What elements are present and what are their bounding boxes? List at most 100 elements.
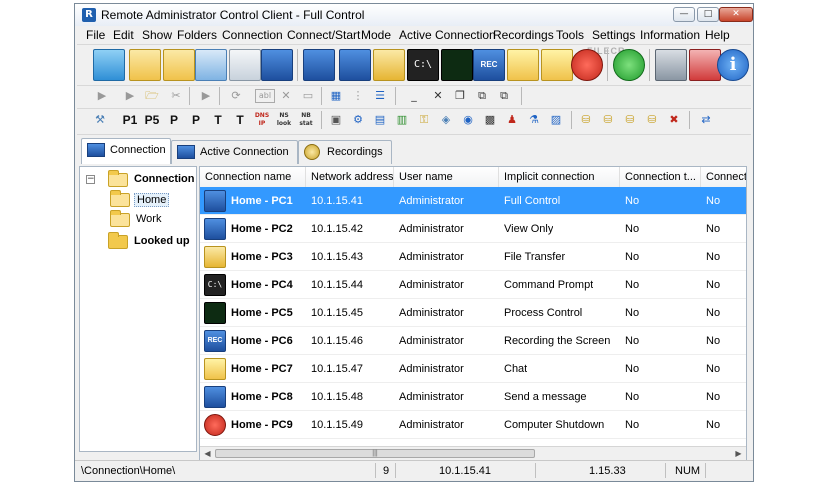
open-folder-icon[interactable]: 🗁 — [143, 88, 161, 104]
table-row[interactable]: Home - PC8 10.1.15.48 Administrator Send a … — [200, 383, 746, 411]
process-control-icon[interactable] — [441, 49, 473, 81]
title-bar[interactable]: R Remote Administrator Control Client - … — [75, 4, 753, 27]
delete-icon[interactable]: ✕ — [277, 88, 295, 104]
tool-e-icon[interactable]: ⚿ — [415, 112, 433, 128]
tab-recordings[interactable]: Recordings — [298, 140, 392, 164]
menu-file[interactable]: File — [86, 28, 105, 42]
column-connection-name[interactable]: Connection name — [200, 167, 306, 187]
dns-ip-button[interactable]: DNS IP — [253, 112, 271, 128]
tile-icon[interactable]: ⧉ — [495, 88, 513, 104]
scan-icon[interactable] — [195, 49, 227, 81]
settings-monitor-icon[interactable] — [261, 49, 293, 81]
unshare-icon[interactable]: ✖ — [665, 112, 683, 128]
table-row[interactable]: Home - PC5 10.1.15.45 Administrator Process… — [200, 299, 746, 327]
command-prompt-icon[interactable]: C:\ — [407, 49, 439, 81]
restore-window-icon[interactable]: ❐ — [451, 88, 469, 104]
connect-2-icon[interactable] — [129, 49, 161, 81]
menu-mode[interactable]: Mode — [361, 28, 391, 42]
table-row[interactable]: REC Home - PC6 10.1.15.46 Administrator Reco… — [200, 327, 746, 355]
refresh-icon[interactable]: ⟳ — [227, 88, 245, 104]
ping-continuous-button[interactable]: P — [165, 112, 183, 128]
tool-k-icon[interactable]: ▨ — [547, 112, 565, 128]
share-c-icon[interactable]: ⛁ — [577, 112, 595, 128]
menu-show[interactable]: Show — [142, 28, 172, 42]
small-icons-icon[interactable]: ⋮ — [349, 88, 367, 104]
table-row[interactable]: Home - PC7 10.1.15.47 Administrator Chat No N… — [200, 355, 746, 383]
nbstat-button[interactable]: NB stat — [297, 112, 315, 128]
tree-node-looked-up[interactable]: Looked up — [82, 232, 194, 251]
scroll-left-icon[interactable]: ◀ — [201, 448, 214, 460]
close-window-icon[interactable]: ✕ — [429, 88, 447, 104]
view-only-monitor-icon[interactable] — [339, 49, 371, 81]
menu-tools[interactable]: Tools — [556, 28, 584, 42]
column-network-address[interactable]: Network address — [306, 167, 394, 187]
trace-button[interactable]: T — [209, 112, 227, 128]
tool-a-icon[interactable]: ▣ — [327, 112, 345, 128]
tool-d-icon[interactable]: ▥ — [393, 112, 411, 128]
chat-icon[interactable] — [507, 49, 539, 81]
minimize-window-icon[interactable]: _ — [405, 88, 423, 104]
tool-h-icon[interactable]: ▩ — [481, 112, 499, 128]
tree-node-work[interactable]: Work — [106, 210, 194, 229]
minimize-button[interactable]: — — [673, 7, 695, 22]
tool-i-icon[interactable]: ♟ — [503, 112, 521, 128]
full-control-monitor-icon[interactable] — [303, 49, 335, 81]
shutdown-icon[interactable] — [571, 49, 603, 81]
maximize-button[interactable]: □ — [697, 7, 719, 22]
connect-3-icon[interactable] — [163, 49, 195, 81]
info-icon[interactable]: i — [717, 49, 749, 81]
step-icon[interactable]: ▶ — [121, 88, 139, 104]
menu-edit[interactable]: Edit — [113, 28, 134, 42]
tree-node-connection[interactable]: − Connection — [82, 170, 195, 189]
tools-icon[interactable]: ⚒ — [91, 112, 109, 128]
tool-b-icon[interactable]: ⚙ — [349, 112, 367, 128]
send-message-icon[interactable] — [541, 49, 573, 81]
column-user-name[interactable]: User name — [394, 167, 499, 187]
table-row[interactable]: Home - PC3 10.1.15.43 Administrator File Tr… — [200, 243, 746, 271]
properties-icon[interactable]: ▭ — [299, 88, 317, 104]
tab-active-connection[interactable]: Active Connection — [171, 140, 298, 164]
table-row[interactable]: Home - PC2 10.1.15.42 Administrator View On… — [200, 215, 746, 243]
close-button[interactable]: ✕ — [719, 7, 753, 22]
menu-connect-start[interactable]: Connect/Start — [287, 28, 360, 42]
menu-recordings[interactable]: Recordings — [493, 28, 554, 42]
ns-lookup-button[interactable]: NS look — [275, 112, 293, 128]
large-icons-icon[interactable]: ▦ — [327, 88, 345, 104]
column-connection-6[interactable]: Connecti — [701, 167, 746, 187]
tool-g-icon[interactable]: ◉ — [459, 112, 477, 128]
tab-connection[interactable]: Connection — [81, 138, 171, 164]
play-icon[interactable]: ▶ — [93, 88, 111, 104]
tool-f-icon[interactable]: ◈ — [437, 112, 455, 128]
column-connection-type[interactable]: Connection t... — [620, 167, 701, 187]
table-row[interactable]: C:\ Home - PC4 10.1.15.44 Administrator Comm… — [200, 271, 746, 299]
ping-1-button[interactable]: P1 — [121, 112, 139, 128]
table-row[interactable]: Home - PC9 10.1.15.49 Administrator Compute… — [200, 411, 746, 439]
cascade-icon[interactable]: ⧉ — [473, 88, 491, 104]
share-f-icon[interactable]: ⛁ — [643, 112, 661, 128]
tool-c-icon[interactable]: ▤ — [371, 112, 389, 128]
ping-stop-button[interactable]: P — [187, 112, 205, 128]
menu-connection[interactable]: Connection — [222, 28, 283, 42]
scroll-thumb[interactable]: ||| — [215, 449, 535, 458]
menu-information[interactable]: Information — [640, 28, 700, 42]
table-row[interactable]: Home - PC1 10.1.15.41 Administrator Full Co… — [200, 187, 746, 215]
file-transfer-icon[interactable] — [373, 49, 405, 81]
document-icon[interactable] — [229, 49, 261, 81]
disconnect-icon[interactable] — [655, 49, 687, 81]
tree-node-home[interactable]: Home — [106, 190, 194, 209]
details-view-icon[interactable]: ☰ — [371, 88, 389, 104]
cut-icon[interactable]: ✂ — [167, 88, 185, 104]
power-on-icon[interactable] — [613, 49, 645, 81]
menu-help[interactable]: Help — [705, 28, 730, 42]
scroll-right-icon[interactable]: ▶ — [732, 448, 745, 460]
menu-active-connection[interactable]: Active Connection — [399, 28, 496, 42]
horizontal-scrollbar[interactable]: ◀ ||| ▶ — [200, 446, 746, 461]
collapse-icon[interactable]: − — [86, 175, 95, 184]
share-e-icon[interactable]: ⛁ — [621, 112, 639, 128]
forward-icon[interactable]: ▶ — [197, 88, 215, 104]
menu-settings[interactable]: Settings — [592, 28, 635, 42]
transfer-icon[interactable]: ⇄ — [697, 112, 715, 128]
rename-icon[interactable]: abl — [255, 89, 275, 103]
column-implicit-connection[interactable]: Implicit connection — [499, 167, 620, 187]
connect-icon[interactable] — [93, 49, 125, 81]
